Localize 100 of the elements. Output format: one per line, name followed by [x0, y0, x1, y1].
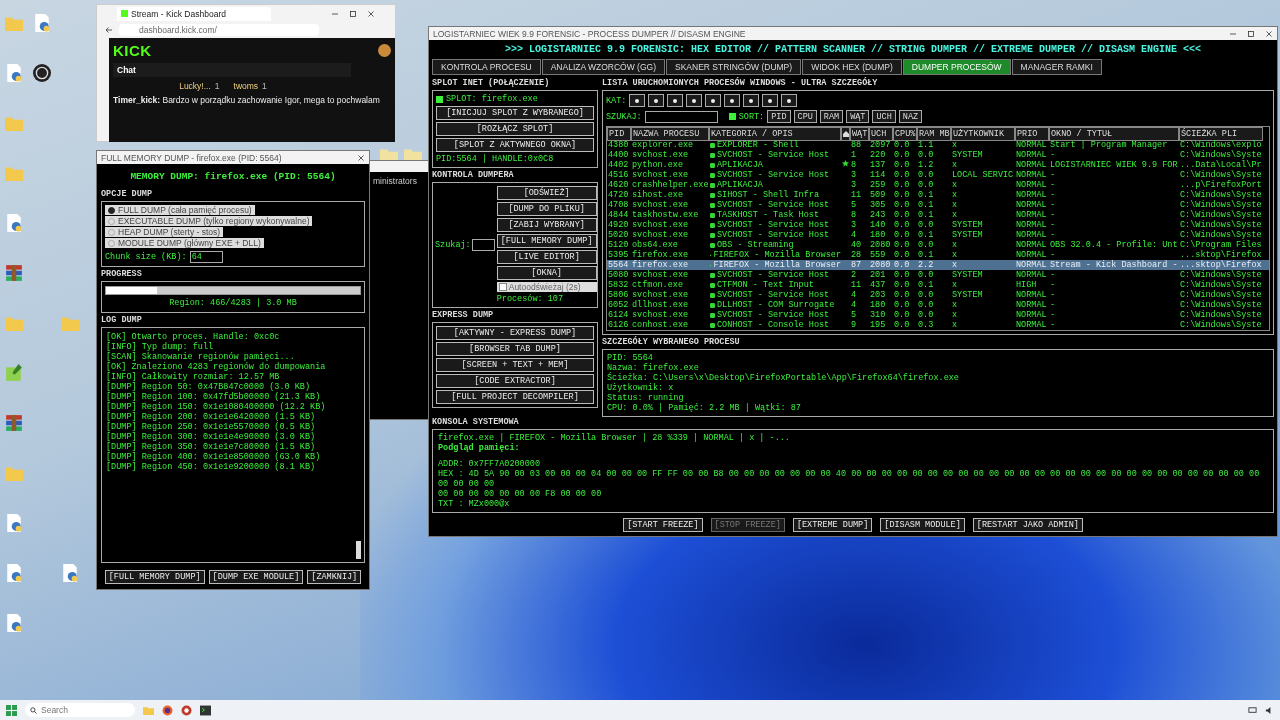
process-row[interactable]: 6126 conhost.exe CONHOST - Console Host 9 195 0.0 0.3 x NORMAL - C:\Windows\Syste [607, 320, 1269, 330]
process-row[interactable]: 5832 ctfmon.exe CTFMON - Text Input 11 437 0.0 0.1 x HIGH - C:\Windows\Syste [607, 280, 1269, 290]
process-row[interactable]: 5395 firefox.exe FIREFOX - Mozilla Browser 28 559 0.0 0.1 x NORMAL - ...sktop\Firefox [607, 250, 1269, 260]
column-header[interactable]: CPU% [893, 127, 917, 141]
back-arrow-icon[interactable] [105, 26, 113, 34]
browser-tab[interactable]: Stream - Kick Dashboard [117, 6, 271, 21]
process-row[interactable]: 5080 svchost.exe SVCHOST - Service Host 2 201 0.0 0.0 SYSTEM NORMAL - C:\Windows\Syste [607, 270, 1269, 280]
action-button[interactable]: [RESTART JAKO ADMIN] [972, 518, 1083, 532]
maximize-icon[interactable] [349, 9, 357, 18]
category-filter-button[interactable] [629, 94, 646, 107]
viewer-name[interactable]: Lucky!... [179, 81, 211, 91]
action-button[interactable]: [START FREEZE] [623, 518, 703, 532]
express-button[interactable]: [FULL PROJECT DECOMPILER] [436, 390, 594, 404]
checkbox[interactable] [498, 283, 507, 291]
close-icon[interactable] [367, 9, 375, 18]
maximize-icon[interactable] [1247, 29, 1255, 38]
category-filter-button[interactable] [724, 94, 741, 107]
archive-icon[interactable] [5, 414, 23, 432]
dumper-button[interactable]: [OKNA] [496, 266, 597, 280]
column-header[interactable]: WĄT [850, 127, 869, 141]
column-header[interactable]: UCH [869, 127, 893, 141]
dumper-button[interactable]: [ODŚWIEŻ] [496, 186, 597, 200]
column-header[interactable]: OKNO / TYTUŁ [1049, 127, 1179, 141]
dumper-button[interactable]: [FULL MEMORY DUMP] [496, 234, 597, 248]
sort-button[interactable]: PID [767, 110, 791, 123]
python-file-icon[interactable] [33, 14, 51, 32]
tab[interactable]: KONTROLA PROCESU [432, 59, 541, 75]
process-row[interactable]: 4708 svchost.exe SVCHOST - Service Host 5 305 0.0 0.1 x NORMAL - C:\Windows\Syste [607, 200, 1269, 210]
column-header[interactable]: RAM MB [917, 127, 951, 141]
record-app-icon[interactable] [181, 704, 192, 716]
avatar-circle[interactable] [378, 44, 391, 57]
address-field[interactable]: dashboard.kick.com/ [119, 24, 319, 36]
express-button[interactable]: [AKTYWNY - EXPRESS DUMP] [436, 326, 594, 340]
close-icon[interactable] [357, 153, 365, 162]
browser-icon[interactable] [162, 704, 173, 716]
dump-option[interactable]: MODULE DUMP (główny EXE + DLL) [105, 238, 264, 248]
python-file-icon[interactable] [61, 564, 79, 582]
process-row[interactable]: 4402 python.exe APLIKACJA 8 137 0.0 1.2 x NORMAL LOGISTARNIEC WIEK 9.9 FOR ...Data\Local\Pr [607, 160, 1269, 170]
category-filter-button[interactable] [743, 94, 760, 107]
python-file-icon[interactable] [5, 514, 23, 532]
category-filter-button[interactable] [648, 94, 665, 107]
process-row[interactable]: 4516 svchost.exe SVCHOST - Service Host 3 114 0.0 0.0 LOCAL SERVIC NORMAL - C:\Windows\Syste [607, 170, 1269, 180]
start-icon[interactable] [6, 704, 17, 716]
archive-icon[interactable] [5, 264, 23, 282]
tab[interactable]: DUMPER PROCESÓW [902, 59, 1011, 75]
search-field[interactable]: Search [25, 703, 135, 717]
dump-button[interactable]: [DUMP EXE MODULE] [208, 570, 304, 584]
dump-button[interactable]: [FULL MEMORY DUMP] [104, 570, 205, 584]
process-row[interactable]: 5806 svchost.exe SVCHOST - Service Host 4 203 0.0 0.0 SYSTEM NORMAL - C:\Windows\Syste [607, 290, 1269, 300]
express-button[interactable]: [BROWSER TAB DUMP] [436, 342, 594, 356]
dump-option[interactable]: EXECUTABLE DUMP (tylko regiony wykonywalne) [105, 216, 313, 226]
record-app-icon[interactable] [33, 64, 51, 82]
tab[interactable]: ANALIZA WZORCÓW (GG) [541, 59, 665, 75]
column-header[interactable]: PID [607, 127, 631, 141]
sort-button[interactable]: RAM [819, 110, 844, 123]
action-button[interactable]: [DISASM MODULE] [880, 518, 965, 532]
express-button[interactable]: [CODE EXTRACTOR] [436, 374, 594, 388]
dumper-button[interactable]: [DUMP DO PLIKU] [496, 202, 597, 216]
process-row[interactable]: 5120 obs64.exe OBS - Streaming 40 2080 0.0 0.0 x NORMAL OBS 32.0.4 - Profile: Unt C:\Program Files [607, 240, 1269, 250]
dumper-button[interactable]: [ZABIJ WYBRANY] [496, 218, 597, 232]
terminal-icon[interactable] [200, 704, 211, 716]
category-filter-button[interactable] [686, 94, 703, 107]
kick-logo[interactable]: KICK [113, 42, 152, 59]
splot-button[interactable]: [SPLOT Z AKTYWNEGO OKNA] [436, 138, 594, 152]
process-row[interactable]: 5564 firefox.exe FIREFOX - Mozilla Browser 87 2080 0.0 2.2 x NORMAL Stream - Kick Dashboard - ...sktop\Firefox [607, 260, 1269, 270]
checkbox[interactable] [728, 113, 736, 120]
process-row[interactable]: 4844 taskhostw.exe TASKHOST - Task Host 8 243 0.0 0.1 x NORMAL - C:\Windows\Syste [607, 210, 1269, 220]
category-filter-button[interactable] [781, 94, 798, 107]
column-header[interactable]: KATEGORIA / OPIS [709, 127, 841, 141]
tab[interactable]: SKANER STRINGÓW (DUMP) [666, 59, 802, 75]
tab[interactable]: MANAGER RAMKI [1011, 59, 1102, 75]
viewer-name[interactable]: twoms [233, 81, 259, 91]
sort-button[interactable]: CPU [793, 110, 817, 123]
dumper-button[interactable]: [LIVE EDITOR] [496, 250, 597, 264]
action-button[interactable]: [EXTREME DUMP] [792, 518, 873, 532]
process-row[interactable]: 6052 dllhost.exe DLLHOST - COM Surrogate 4 180 0.0 0.0 x NORMAL - C:\Windows\Syste [607, 300, 1269, 310]
process-row[interactable]: 4720 sihost.exe SIHOST - Shell Infra 11 509 0.0 0.1 x NORMAL - C:\Windows\Syste [607, 190, 1269, 200]
dump-option[interactable]: FULL DUMP (cała pamięć procesu) [105, 205, 255, 215]
process-row[interactable]: 5020 svchost.exe SVCHOST - Service Host 4 180 0.0 0.1 SYSTEM NORMAL - C:\Windows\Syste [607, 230, 1269, 240]
dump-option[interactable]: HEAP DUMP (sterty - stos) [105, 227, 224, 237]
sort-button[interactable]: WĄT [846, 110, 870, 123]
python-file-icon[interactable] [5, 64, 23, 82]
scrollbar[interactable] [356, 541, 361, 559]
search-field[interactable] [644, 110, 718, 123]
process-row[interactable]: 4400 svchost.exe SVCHOST - Service Host 1 220 0.0 0.0 SYSTEM NORMAL - C:\Windows\Syste [607, 150, 1269, 160]
close-icon[interactable] [1265, 29, 1273, 38]
python-file-icon[interactable] [5, 564, 23, 582]
python-file-icon[interactable] [5, 614, 23, 632]
category-filter-button[interactable] [762, 94, 779, 107]
network-icon[interactable] [1248, 705, 1257, 715]
process-row[interactable]: 6124 svchost.exe SVCHOST - Service Host 5 310 0.0 0.0 x NORMAL - C:\Windows\Syste [607, 310, 1269, 320]
radio-button[interactable] [108, 206, 115, 214]
splot-button[interactable]: [ROZŁĄCZ SPLOT] [436, 122, 594, 136]
category-filter-button[interactable] [667, 94, 684, 107]
process-row[interactable]: 4380 explorer.exe EXPLORER - Shell 88 2097 0.0 1.1 x NORMAL Start | Program Manager C:\Windows\explo [607, 140, 1269, 150]
sort-button[interactable]: NAZ [898, 110, 923, 123]
checkbox[interactable] [436, 95, 443, 103]
column-header[interactable]: ŚCIEŻKA PLI [1179, 127, 1263, 141]
express-button[interactable]: [SCREEN + TEXT + MEM] [436, 358, 594, 372]
chunk-field[interactable]: 64 [189, 251, 223, 263]
